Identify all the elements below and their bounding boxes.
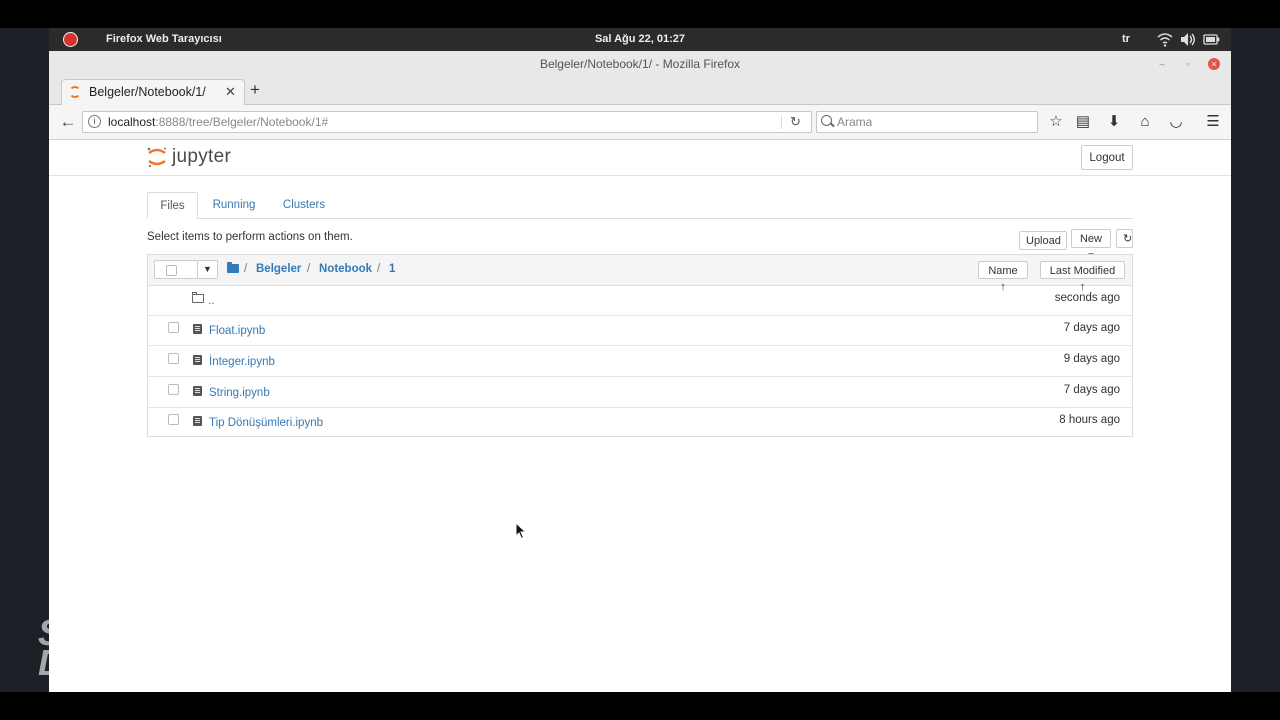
- breadcrumb-belgeler[interactable]: Belgeler: [256, 263, 301, 275]
- breadcrumb-separator: /: [244, 263, 248, 275]
- clock[interactable]: Sal Ağu 22, 01:27: [49, 33, 1231, 45]
- tab-running[interactable]: Running: [205, 192, 263, 218]
- jupyter-header: jupyter Logout: [49, 140, 1231, 176]
- refresh-icon[interactable]: ↻: [1116, 229, 1133, 248]
- notebook-icon: [193, 386, 202, 396]
- modified-time: seconds ago: [1054, 292, 1120, 304]
- logout-button[interactable]: Logout: [1081, 145, 1133, 170]
- window-title: Belgeler/Notebook/1/ - Mozilla Firefox: [539, 57, 741, 71]
- jupyter-wordmark[interactable]: jupyter: [172, 146, 231, 168]
- row-checkbox[interactable]: [168, 353, 179, 364]
- close-window-icon[interactable]: ×: [1208, 58, 1220, 70]
- url-separator: [781, 115, 782, 129]
- file-link[interactable]: String.ipynb: [209, 387, 270, 399]
- file-row[interactable]: String.ipynb 7 days ago: [148, 377, 1132, 408]
- jupyter-tabs: Files Running Clusters: [147, 192, 1133, 219]
- search-icon: [821, 115, 832, 126]
- window-titlebar: Belgeler/Notebook/1/ - Mozilla Firefox –…: [49, 51, 1231, 77]
- url-bar[interactable]: i localhost:8888/tree/Belgeler/Notebook/…: [82, 111, 812, 133]
- letterbox-bottom: [0, 692, 1280, 720]
- watermark-logo: SO DIP: [38, 612, 99, 683]
- battery-icon[interactable]: [1203, 32, 1220, 47]
- jupyter-favicon-icon: [69, 86, 81, 98]
- notebook-icon: [193, 324, 202, 334]
- new-tab-button[interactable]: +: [250, 80, 260, 100]
- new-dropdown-button[interactable]: New ▾: [1071, 229, 1111, 262]
- select-menu-caret-icon[interactable]: ▼: [197, 260, 218, 279]
- file-link[interactable]: İnteger.ipynb: [209, 356, 275, 368]
- maximize-icon[interactable]: ▫: [1182, 58, 1194, 70]
- search-input[interactable]: Arama: [816, 111, 1038, 133]
- mouse-cursor-icon: [515, 522, 527, 540]
- breadcrumb-1[interactable]: 1: [389, 263, 395, 275]
- file-link[interactable]: Float.ipynb: [209, 325, 265, 337]
- desktop-right: [1231, 28, 1280, 692]
- modified-time: 8 hours ago: [1059, 414, 1120, 426]
- pocket-icon[interactable]: ◡: [1166, 112, 1186, 132]
- back-arrow-icon[interactable]: ←: [58, 112, 78, 132]
- file-list: ▼ / Belgeler / Notebook / 1 Name ↑ Last …: [147, 254, 1133, 437]
- bookmarks-list-icon[interactable]: ▤: [1073, 112, 1093, 132]
- notebook-icon: [193, 416, 202, 426]
- tab-clusters[interactable]: Clusters: [273, 192, 335, 218]
- breadcrumb-notebook[interactable]: Notebook: [319, 263, 372, 275]
- modified-time: 7 days ago: [1063, 384, 1120, 396]
- jupyter-page: jupyter Logout Files Running Clusters Se…: [49, 140, 1231, 692]
- row-checkbox[interactable]: [168, 384, 179, 395]
- folder-icon[interactable]: [227, 262, 239, 273]
- browser-tab-title: Belgeler/Notebook/1/: [89, 85, 206, 99]
- browser-tab[interactable]: Belgeler/Notebook/1/ ✕: [61, 79, 245, 105]
- checkbox-icon: [166, 265, 177, 276]
- language-indicator[interactable]: tr: [1122, 33, 1130, 45]
- navigation-toolbar: ← i localhost:8888/tree/Belgeler/Noteboo…: [49, 105, 1231, 140]
- reload-icon[interactable]: ↻: [790, 114, 801, 130]
- tab-files[interactable]: Files: [147, 192, 198, 219]
- site-info-icon[interactable]: i: [88, 115, 101, 128]
- wifi-icon[interactable]: [1157, 32, 1173, 47]
- file-link[interactable]: Tip Dönüşümleri.ipynb: [209, 417, 323, 429]
- search-placeholder: Arama: [837, 115, 873, 129]
- close-tab-icon[interactable]: ✕: [225, 84, 236, 100]
- file-row[interactable]: Float.ipynb 7 days ago: [148, 315, 1132, 346]
- file-row[interactable]: Tip Dönüşümleri.ipynb 8 hours ago: [148, 407, 1132, 437]
- breadcrumb-separator: /: [307, 263, 311, 275]
- system-top-bar: Firefox Web Tarayıcısı Sal Ağu 22, 01:27…: [49, 28, 1231, 51]
- upload-button[interactable]: Upload: [1019, 231, 1067, 250]
- selection-hint: Select items to perform actions on them.: [147, 231, 353, 243]
- parent-dir-row[interactable]: .. seconds ago: [148, 285, 1132, 316]
- modified-time: 9 days ago: [1063, 353, 1120, 365]
- folder-open-icon: [192, 292, 204, 303]
- url-path: :8888/tree/Belgeler/Notebook/1#: [155, 115, 329, 129]
- letterbox-top: [0, 0, 1280, 28]
- parent-dir-link[interactable]: ..: [208, 295, 214, 307]
- row-checkbox[interactable]: [168, 322, 179, 333]
- select-all-checkbox[interactable]: [154, 260, 198, 279]
- sort-by-name-button[interactable]: Name ↑: [978, 261, 1028, 293]
- notebook-icon: [193, 355, 202, 365]
- modified-time: 7 days ago: [1063, 322, 1120, 334]
- home-icon[interactable]: ⌂: [1135, 112, 1155, 132]
- volume-icon[interactable]: [1180, 32, 1196, 47]
- url-host: localhost: [108, 115, 156, 129]
- tab-strip: Belgeler/Notebook/1/ ✕ +: [49, 77, 1231, 105]
- minimize-icon[interactable]: –: [1156, 58, 1168, 70]
- file-list-header: ▼ / Belgeler / Notebook / 1 Name ↑ Last …: [148, 255, 1132, 293]
- breadcrumb-separator: /: [377, 263, 381, 275]
- desktop-left: [0, 28, 49, 692]
- jupyter-logo-icon[interactable]: [146, 146, 168, 168]
- file-row[interactable]: İnteger.ipynb 9 days ago: [148, 346, 1132, 377]
- url-text[interactable]: localhost:8888/tree/Belgeler/Notebook/1#: [108, 115, 328, 129]
- row-checkbox[interactable]: [168, 414, 179, 425]
- sort-by-modified-button[interactable]: Last Modified ↑: [1040, 261, 1125, 293]
- downloads-icon[interactable]: ⬇: [1104, 112, 1124, 132]
- bookmark-star-icon[interactable]: ☆: [1046, 112, 1066, 132]
- hamburger-menu-icon[interactable]: ☰: [1203, 112, 1223, 132]
